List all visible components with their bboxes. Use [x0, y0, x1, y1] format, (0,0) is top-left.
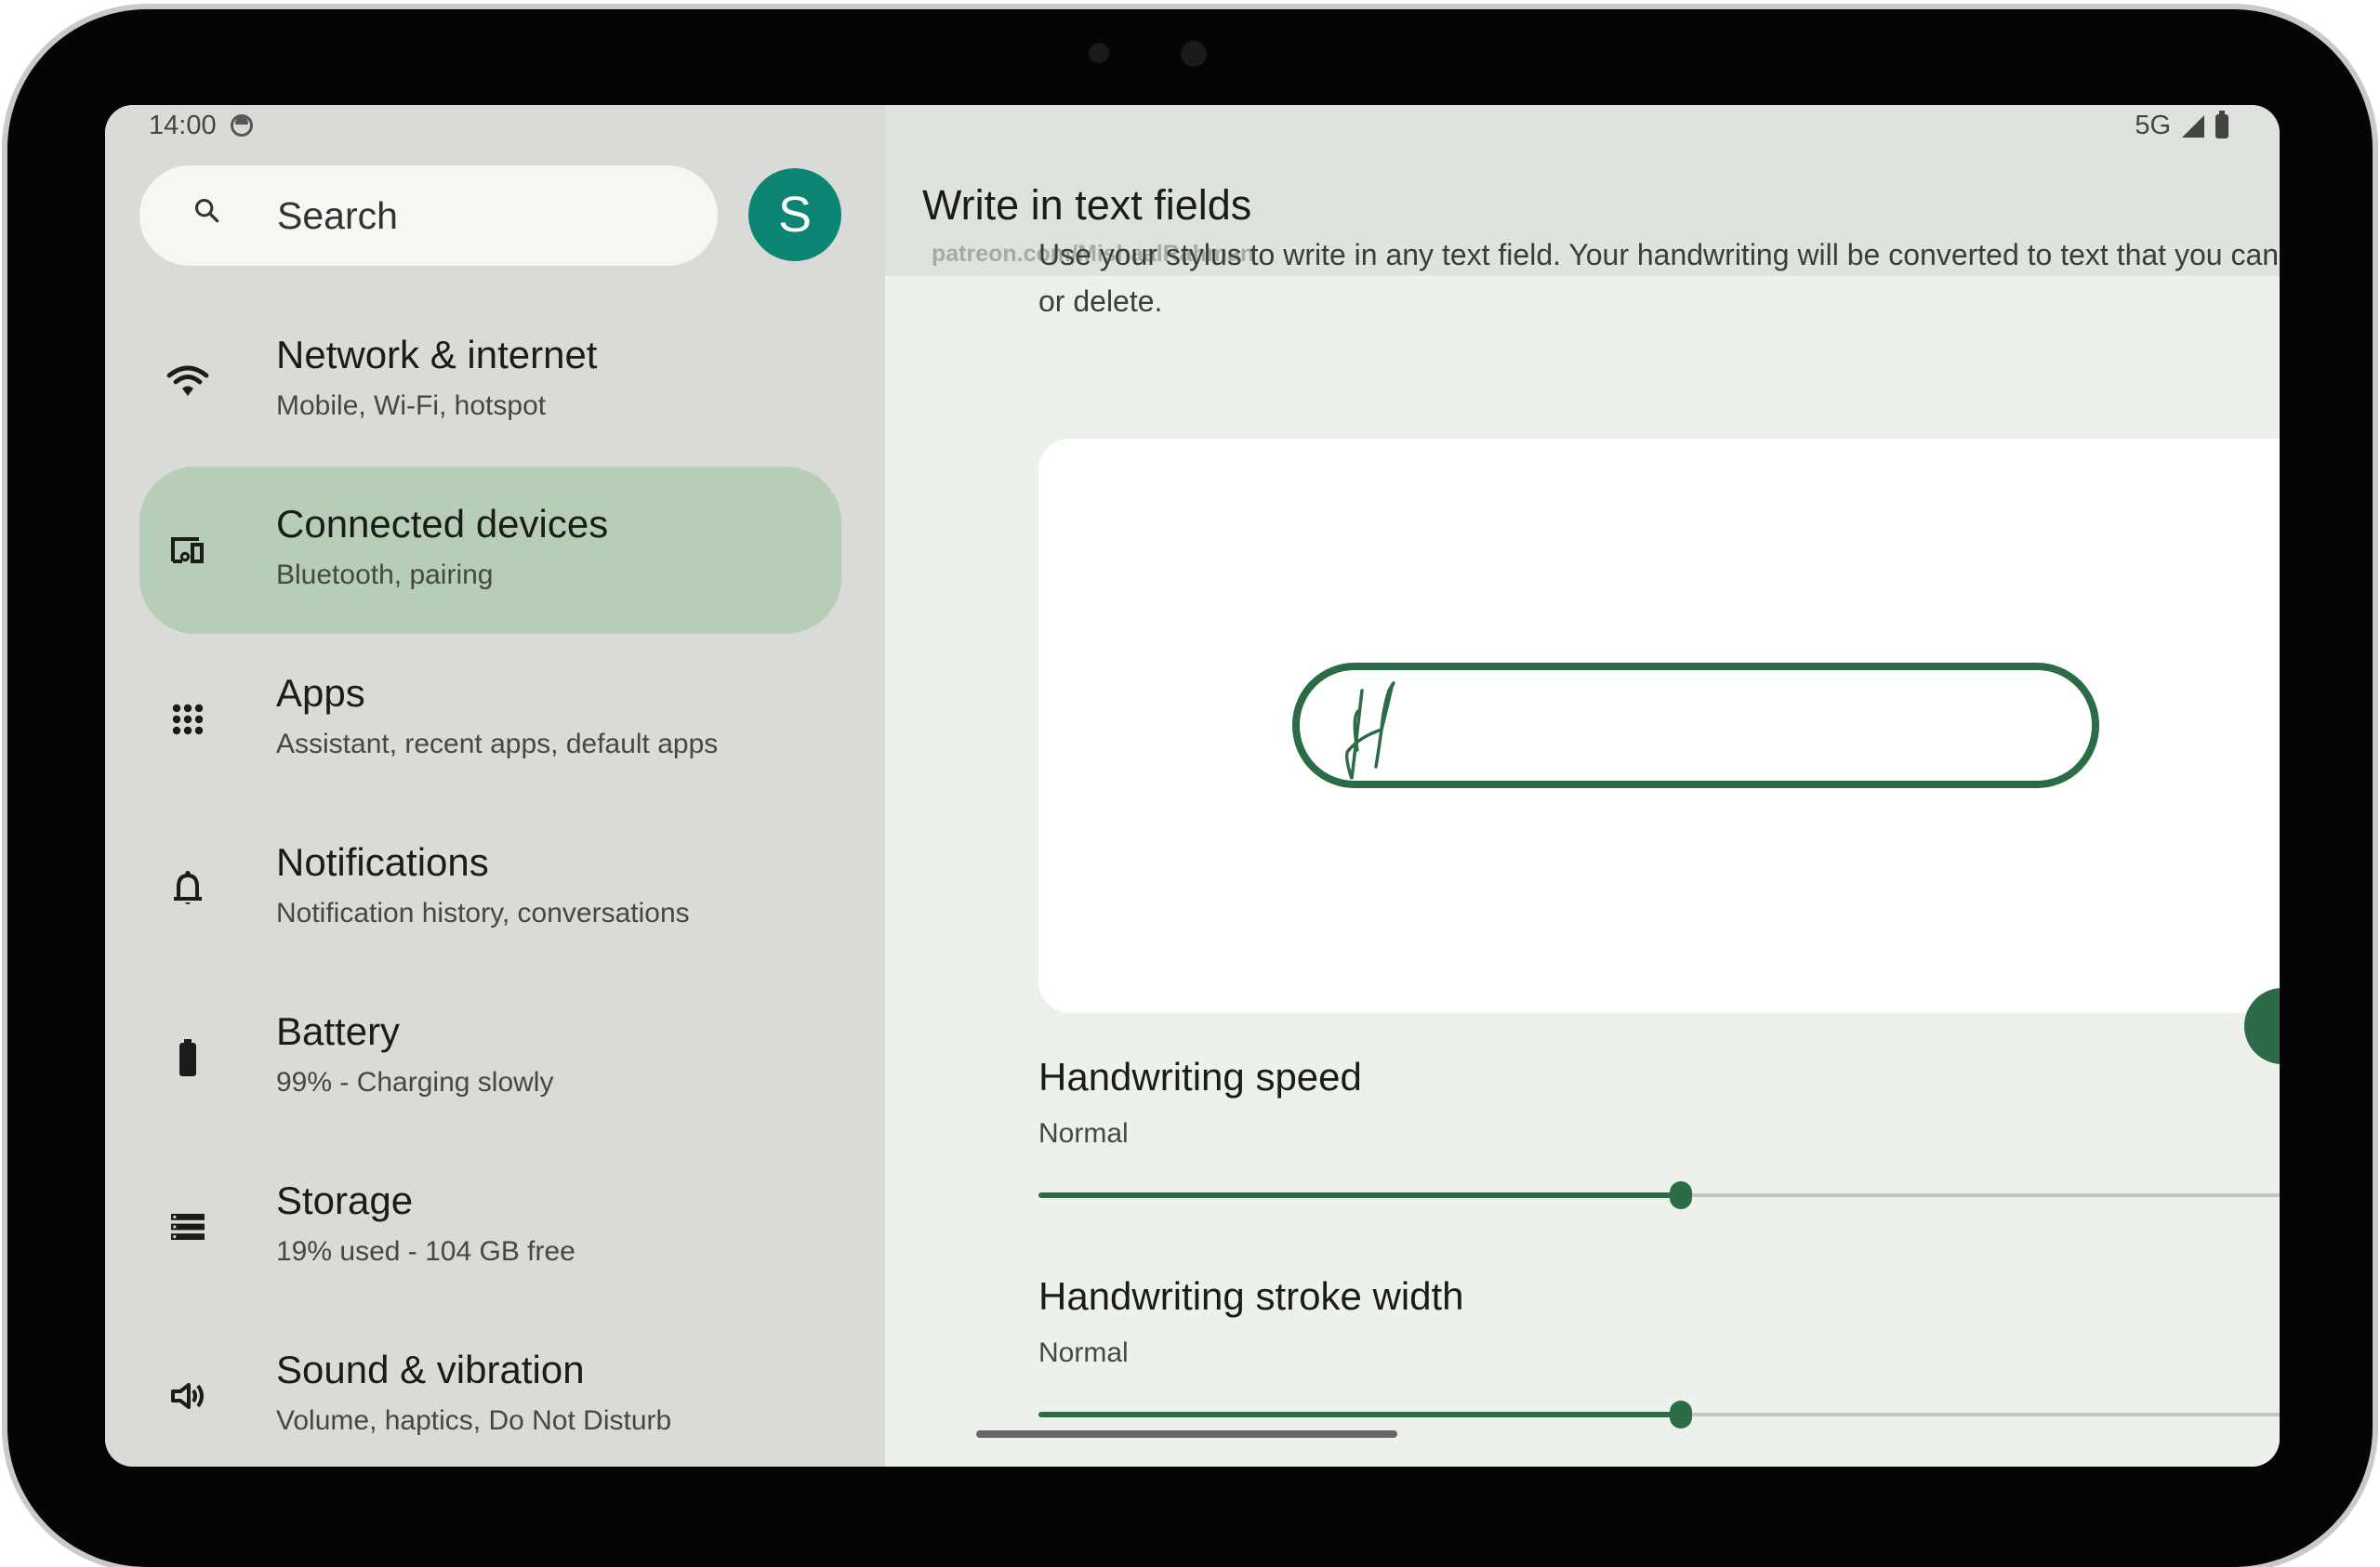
screen: 14:00 Search S Network & internet Mobile…	[105, 105, 2280, 1467]
content-layer: Use your stylus to write in any text fie…	[885, 105, 2280, 1467]
search-placeholder: Search	[277, 193, 398, 237]
handwriting-stroke-width-slider[interactable]	[1038, 1401, 2280, 1429]
front-camera	[1181, 41, 1207, 67]
sidebar-item-subtitle: Notification history, conversations	[276, 898, 690, 928]
setting-value: Normal	[1038, 1337, 1129, 1368]
sidebar-item-title: Notifications	[276, 840, 489, 884]
sidebar-item-subtitle: Assistant, recent apps, default apps	[276, 729, 719, 759]
wifi-icon	[166, 365, 209, 396]
sidebar-item-subtitle: Volume, haptics, Do Not Disturb	[276, 1405, 672, 1436]
slider-fill	[1038, 1412, 1681, 1417]
apps-grid-icon	[172, 704, 204, 735]
sidebar-item-network[interactable]: Network & internet Mobile, Wi-Fi, hotspo…	[139, 297, 841, 465]
sidebar-item-title: Storage	[276, 1179, 414, 1222]
battery-icon	[179, 1039, 196, 1076]
setting-title: Handwriting stroke width	[1038, 1274, 1464, 1318]
sidebar-item-subtitle: 99% - Charging slowly	[276, 1067, 554, 1098]
face-icon	[231, 114, 253, 137]
search-icon	[194, 198, 219, 223]
slider-thumb[interactable]	[1670, 1401, 1692, 1429]
sidebar-item-title: Sound & vibration	[276, 1348, 585, 1391]
sidebar-item-apps[interactable]: Apps Assistant, recent apps, default app…	[139, 636, 841, 803]
handwriting-speed-slider[interactable]	[1038, 1181, 2280, 1209]
sidebar-item-storage[interactable]: Storage 19% used - 104 GB free	[139, 1143, 841, 1310]
setting-value: Normal	[1038, 1118, 1129, 1149]
sidebar-item-title: Connected devices	[276, 502, 609, 546]
sidebar-item-title: Apps	[276, 671, 365, 715]
illustration-card: Try it	[1038, 439, 2280, 1064]
bell-icon	[174, 871, 202, 904]
setting-title: Handwriting speed	[1038, 1055, 1362, 1099]
sensor-dot	[1089, 43, 1109, 63]
avatar-letter: S	[777, 187, 813, 243]
status-time: 14:00	[149, 111, 217, 140]
try-it-button[interactable]: Try it	[2244, 988, 2280, 1064]
slider-fill	[1038, 1192, 1681, 1198]
volume-icon	[171, 1383, 204, 1409]
sidebar-item-subtitle: 19% used - 104 GB free	[276, 1236, 575, 1267]
page-description: Use your stylus to write in any text fie…	[1038, 238, 2280, 318]
gesture-navigation-bar[interactable]	[976, 1430, 1397, 1438]
sidebar-item-title: Battery	[276, 1009, 401, 1053]
account-avatar[interactable]: S	[748, 168, 841, 261]
devices-icon	[171, 537, 204, 563]
sidebar-item-battery[interactable]: Battery 99% - Charging slowly	[139, 974, 841, 1141]
sidebar-item-connected-devices[interactable]: Connected devices Bluetooth, pairing	[139, 467, 841, 634]
sidebar-item-sound[interactable]: Sound & vibration Volume, haptics, Do No…	[139, 1312, 841, 1467]
sidebar-item-notifications[interactable]: Notifications Notification history, conv…	[139, 805, 841, 972]
sidebar-item-title: Network & internet	[276, 333, 598, 376]
sidebar-item-subtitle: Mobile, Wi-Fi, hotspot	[276, 390, 547, 421]
search-bar[interactable]: Search	[139, 165, 718, 266]
settings-sidebar: 14:00 Search S Network & internet Mobile…	[105, 105, 885, 1467]
slider-thumb[interactable]	[1670, 1181, 1692, 1209]
text-field-illustration	[1292, 663, 2099, 788]
sidebar-item-subtitle: Bluetooth, pairing	[276, 560, 494, 590]
storage-icon	[171, 1214, 205, 1240]
